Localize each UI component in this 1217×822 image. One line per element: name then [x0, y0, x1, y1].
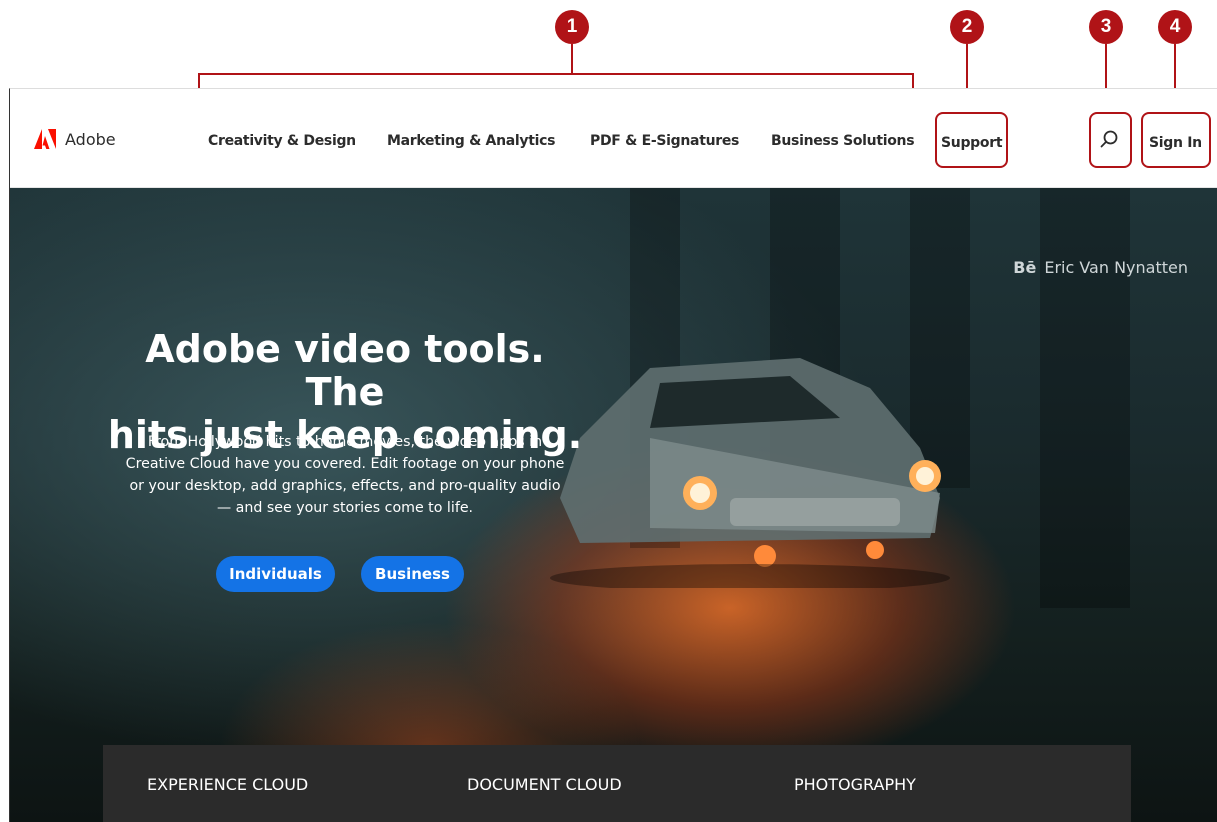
- callout-2: 2: [950, 10, 984, 44]
- nav-marketing-analytics[interactable]: Marketing & Analytics: [387, 133, 555, 149]
- callout-3: 3: [1089, 10, 1123, 44]
- adobe-wordmark: Adobe: [65, 129, 116, 149]
- product-category-panel: EXPERIENCE CLOUD DOCUMENT CLOUD PHOTOGRA…: [103, 745, 1131, 822]
- adobe-logo[interactable]: Adobe: [34, 129, 116, 149]
- individuals-button[interactable]: Individuals: [216, 556, 335, 592]
- hero-banner: Bē Eric Van Nynatten Adobe video tools. …: [10, 188, 1217, 822]
- hero-description-line: — and see your stories come to life.: [216, 500, 474, 516]
- hero-description-line: From Hollywood hits to home movies, the …: [147, 434, 543, 450]
- business-button[interactable]: Business: [361, 556, 464, 592]
- adobe-logo-icon: [34, 129, 56, 149]
- hero-description-line: or your desktop, add graphics, effects, …: [129, 478, 561, 494]
- background-column: [1040, 188, 1130, 608]
- search-icon[interactable]: [1099, 129, 1119, 149]
- photo-credit[interactable]: Bē Eric Van Nynatten: [1013, 258, 1188, 277]
- callout-4: 4: [1158, 10, 1192, 44]
- tab-experience-cloud[interactable]: EXPERIENCE CLOUD: [147, 775, 308, 794]
- behance-icon: Bē: [1013, 258, 1037, 277]
- nav-business-solutions[interactable]: Business Solutions: [771, 133, 915, 149]
- nav-support[interactable]: Support: [941, 135, 1003, 151]
- nav-pdf-esignatures[interactable]: PDF & E-Signatures: [590, 133, 739, 149]
- hero-headline-line-1: Adobe video tools. The: [145, 327, 545, 414]
- hero-description-line: Creative Cloud have you covered. Edit fo…: [125, 456, 565, 472]
- browser-page: Adobe Creativity & Design Marketing & An…: [9, 88, 1217, 822]
- hero-description: From Hollywood hits to home movies, the …: [85, 431, 605, 519]
- callout-1-stem: [571, 44, 573, 73]
- sign-in-link[interactable]: Sign In: [1149, 135, 1202, 151]
- global-nav: Adobe Creativity & Design Marketing & An…: [10, 89, 1217, 188]
- callout-1: 1: [555, 10, 589, 44]
- tab-document-cloud[interactable]: DOCUMENT CLOUD: [467, 775, 622, 794]
- tab-photography[interactable]: PHOTOGRAPHY: [794, 775, 916, 794]
- nav-creativity-design[interactable]: Creativity & Design: [208, 133, 356, 149]
- photo-credit-name: Eric Van Nynatten: [1044, 258, 1188, 277]
